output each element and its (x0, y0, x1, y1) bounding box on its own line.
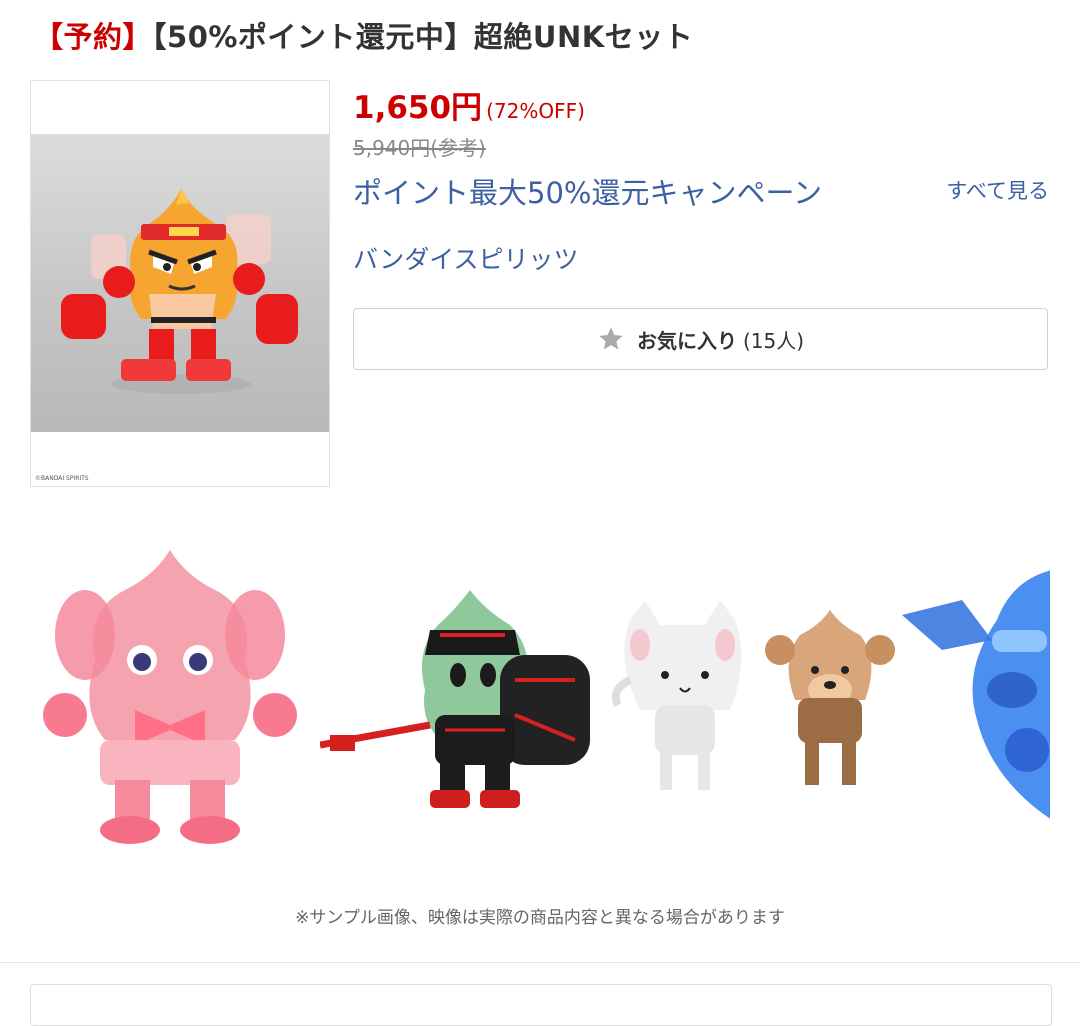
sample-image-note: ※サンプル画像、映像は実際の商品内容と異なる場合があります (295, 908, 785, 928)
favorite-label: お気に入り (636, 328, 737, 353)
product-main-image[interactable]: ©BANDAI SPIRITS (30, 80, 330, 487)
reference-price: 5,940円(参考) (353, 136, 486, 160)
star-icon (599, 327, 623, 350)
discount-percent: (72%OFF) (486, 99, 585, 123)
favorite-count: (15人) (742, 328, 805, 353)
gallery-image-green-figure[interactable] (320, 540, 605, 860)
campaign-link[interactable]: ポイント最大50%還元キャンペーン (353, 170, 822, 212)
gallery-image-white-cat[interactable] (610, 540, 750, 860)
favorite-button[interactable]: お気に入り (15人) (353, 308, 1048, 370)
section-divider (0, 962, 1080, 963)
product-title-text: 【50%ポイント還元中】超絶UNKセット (152, 20, 694, 54)
next-section-card (30, 984, 1052, 1026)
gallery-image-blue-figure[interactable] (902, 540, 1050, 860)
maker-link[interactable]: バンダイスピリッツ (353, 240, 579, 276)
gallery-image-pink-figure[interactable] (30, 540, 310, 860)
gallery-image-brown-bear[interactable] (760, 540, 900, 860)
product-title: 【予約】【50%ポイント還元中】超絶UNKセット (34, 14, 693, 56)
sale-price: 1,650円 (353, 90, 483, 126)
image-credit: ©BANDAI SPIRITS (35, 475, 89, 482)
figure-illustration (61, 189, 298, 394)
product-photo (31, 134, 329, 432)
preorder-tag: 【予約】 (34, 20, 153, 54)
price-block: 1,650円 (72%OFF) (353, 82, 585, 127)
image-gallery[interactable] (30, 540, 1050, 860)
see-all-link[interactable]: すべて見る (946, 175, 1049, 205)
